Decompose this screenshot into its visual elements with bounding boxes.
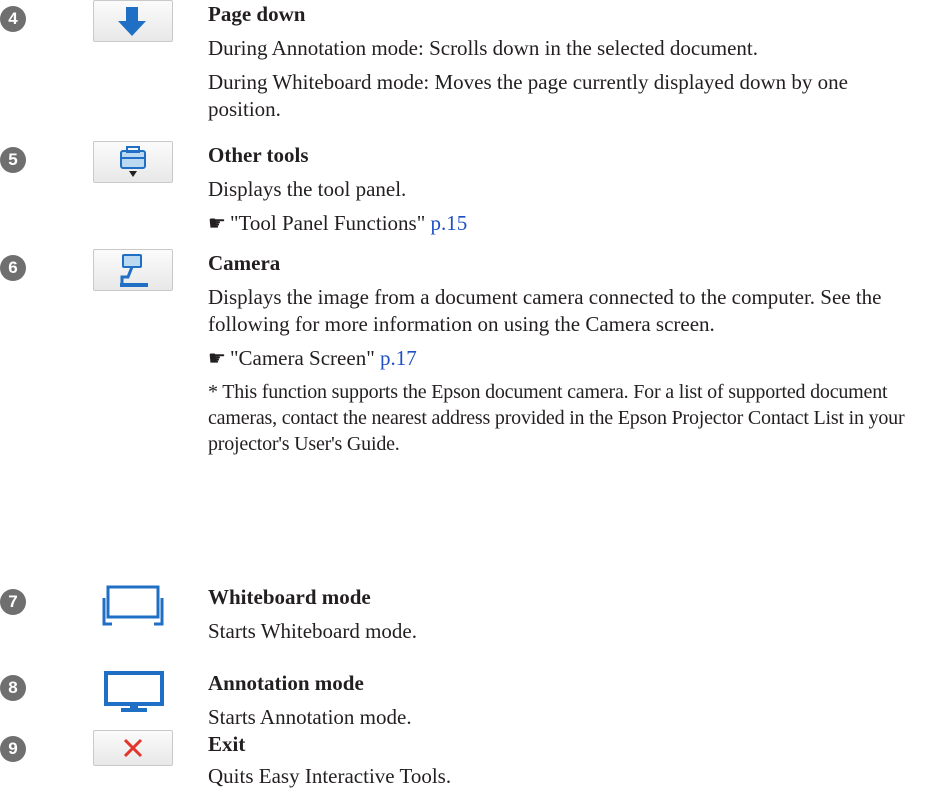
- item-description: Displays the image from a document camer…: [208, 285, 882, 336]
- item-description: During Annotation mode: Scrolls down in …: [208, 36, 758, 60]
- camera-button[interactable]: [93, 249, 173, 291]
- item-title: Other tools: [208, 143, 309, 167]
- arrow-down-icon: [118, 7, 146, 36]
- reference-title: "Tool Panel Functions": [229, 211, 426, 235]
- support-note: * This function supports the Epson docum…: [208, 381, 905, 455]
- item-description: Starts Annotation mode.: [208, 705, 412, 729]
- monitor-icon: [104, 671, 164, 712]
- cross-reference: ☛ "Tool Panel Functions" p.15: [208, 210, 913, 237]
- item-description: During Whiteboard mode: Moves the page c…: [208, 70, 848, 121]
- exit-button[interactable]: [93, 730, 173, 766]
- page-link[interactable]: p.17: [380, 346, 417, 370]
- pointer-hand-icon: ☛: [208, 211, 226, 235]
- close-icon: [123, 738, 143, 758]
- annotation-mode-button[interactable]: [93, 669, 173, 712]
- page-down-button[interactable]: [93, 0, 173, 42]
- item-description: Displays the tool panel.: [208, 177, 407, 201]
- item-number-badge: 7: [0, 589, 26, 615]
- item-title: Whiteboard mode: [208, 585, 371, 609]
- toolbox-icon: [120, 146, 146, 177]
- pointer-hand-icon: ☛: [208, 346, 226, 370]
- document-camera-icon: [120, 254, 148, 287]
- whiteboard-icon: [102, 585, 164, 626]
- page-link[interactable]: p.15: [431, 211, 468, 235]
- whiteboard-mode-button[interactable]: [93, 583, 173, 626]
- item-number-badge: 4: [0, 6, 26, 32]
- item-title: Annotation mode: [208, 671, 364, 695]
- item-title: Camera: [208, 251, 281, 275]
- item-description: Starts Whiteboard mode.: [208, 619, 417, 643]
- item-number-badge: 5: [0, 147, 26, 173]
- item-title: Exit: [208, 732, 246, 756]
- cross-reference: ☛ "Camera Screen" p.17: [208, 345, 913, 372]
- item-number-badge: 6: [0, 255, 26, 281]
- reference-title: "Camera Screen": [229, 346, 375, 370]
- other-tools-button[interactable]: [93, 141, 173, 183]
- item-number-badge: 9: [0, 736, 26, 762]
- item-number-badge: 8: [0, 675, 26, 701]
- item-title: Page down: [208, 2, 306, 26]
